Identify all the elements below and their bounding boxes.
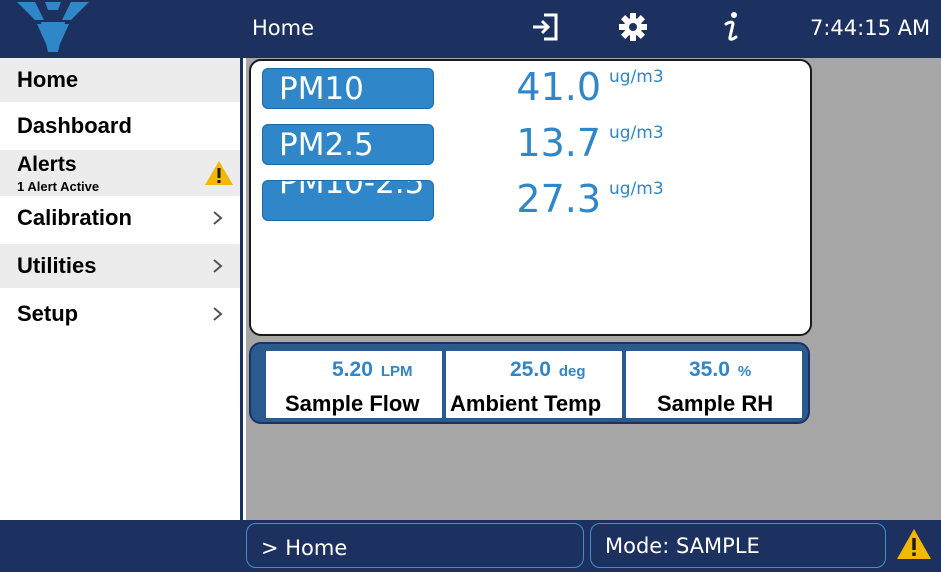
metric-tile-sample-flow[interactable]: 5.20 LPM Sample Flow: [266, 351, 442, 418]
gear-icon[interactable]: [618, 12, 648, 42]
clock: 7:44:15 AM: [810, 16, 931, 40]
reading-value: 41.0: [516, 65, 601, 109]
reading-unit: ug/m3: [609, 69, 664, 87]
reading-value: 13.7: [516, 121, 601, 165]
reading-name-badge[interactable]: PM2.5: [262, 124, 434, 165]
sidebar-item-label: Home: [17, 67, 79, 92]
chevron-right-icon: [212, 254, 224, 278]
mode-indicator: Mode: SAMPLE: [590, 523, 886, 568]
sidebar-item-setup[interactable]: Setup: [0, 292, 240, 336]
sidebar-item-calibration[interactable]: Calibration: [0, 196, 240, 240]
metric-label: Ambient Temp: [450, 391, 602, 416]
sidebar: Home Dashboard Alerts 1 Alert Active Cal…: [0, 58, 243, 520]
mode-text: Mode: SAMPLE: [605, 534, 760, 558]
top-bar: Home 7:44:15 AM: [0, 0, 941, 58]
sidebar-item-home[interactable]: Home: [0, 58, 240, 102]
status-bar: > Home Mode: SAMPLE: [0, 520, 941, 572]
reading-name-badge[interactable]: PM10-2.5: [262, 180, 434, 221]
info-icon[interactable]: [720, 10, 744, 44]
sidebar-item-utilities[interactable]: Utilities: [0, 244, 240, 288]
main-content: PM10 41.0 ug/m3 PM2.5 13.7 ug/m3 PM10-2.…: [246, 58, 941, 520]
company-logo-icon: [17, 2, 89, 52]
sidebar-item-alerts[interactable]: Alerts 1 Alert Active: [0, 150, 240, 196]
breadcrumb[interactable]: > Home: [246, 523, 584, 568]
reading-value: 27.3: [516, 177, 601, 221]
metric-unit: LPM: [380, 363, 413, 380]
reading-row-pm10-25: PM10-2.5 27.3 ug/m3: [251, 173, 811, 221]
metric-label: Sample Flow: [285, 391, 420, 416]
readings-panel: PM10 41.0 ug/m3 PM2.5 13.7 ug/m3 PM10-2.…: [249, 59, 812, 336]
logo: [0, 0, 243, 58]
sidebar-item-label: Dashboard: [17, 113, 132, 138]
reading-row-pm10: PM10 41.0 ug/m3: [251, 61, 811, 109]
sidebar-item-dashboard[interactable]: Dashboard: [0, 104, 240, 148]
reading-name-badge[interactable]: PM10: [262, 68, 434, 109]
metric-value: 25.0 deg: [510, 358, 586, 381]
warning-icon: [204, 160, 234, 186]
reading-name: PM10: [279, 71, 364, 107]
page-title: Home: [252, 16, 315, 40]
metrics-tile-strip: 5.20 LPM Sample Flow 25.0 deg Ambient Temp…: [249, 342, 810, 424]
metric-tile-ambient-temp[interactable]: 25.0 deg Ambient Temp: [446, 351, 622, 418]
sidebar-item-label: Calibration: [17, 205, 132, 230]
metric-value: 5.20 LPM: [332, 358, 413, 381]
alert-count-text: 1 Alert Active: [17, 179, 100, 194]
chevron-right-icon: [212, 302, 224, 326]
reading-unit: ug/m3: [609, 181, 664, 199]
login-icon[interactable]: [530, 12, 560, 42]
sidebar-item-label: Utilities: [17, 253, 97, 278]
reading-name: PM10-2.5: [279, 180, 425, 201]
sidebar-item-label: Setup: [17, 301, 79, 326]
metric-tile-sample-rh[interactable]: 35.0% Sample RH: [626, 351, 802, 418]
metric-label: Sample RH: [657, 391, 774, 416]
warning-icon[interactable]: [896, 528, 932, 560]
reading-row-pm25: PM2.5 13.7 ug/m3: [251, 117, 811, 165]
chevron-right-icon: [212, 206, 224, 230]
breadcrumb-text: > Home: [261, 536, 348, 560]
reading-unit: ug/m3: [609, 125, 664, 143]
metric-unit: deg: [558, 363, 586, 380]
reading-name: PM2.5: [279, 127, 374, 163]
sidebar-item-label: Alerts: [17, 153, 77, 176]
metric-value: 35.0%: [689, 358, 752, 381]
metric-unit: %: [737, 363, 752, 380]
